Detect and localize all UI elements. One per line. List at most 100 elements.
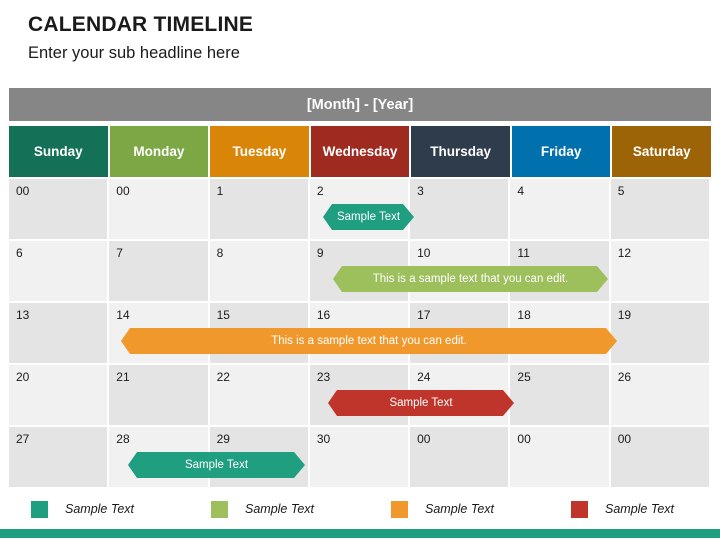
day-number: 24 [417, 370, 431, 384]
day-number: 17 [417, 308, 431, 322]
day-of-week-label: Wednesday [322, 144, 398, 159]
legend-label: Sample Text [65, 502, 135, 516]
legend-color-swatch [31, 500, 48, 518]
day-of-week-header[interactable]: Saturday [612, 126, 712, 177]
calendar-day-cell[interactable]: 6 [9, 241, 108, 301]
calendar-day-cell[interactable]: 8 [209, 241, 308, 301]
calendar-day-cell[interactable]: 26 [610, 365, 709, 425]
day-number: 8 [216, 246, 224, 260]
day-of-week-header-row: Sunday Monday Tuesday Wednesday Thursday Frid… [9, 126, 712, 177]
day-number: 15 [216, 308, 230, 322]
calendar-day-cell[interactable]: 21 [109, 365, 208, 425]
event-banner[interactable]: Sample Text [128, 452, 305, 478]
page-title: CALENDAR TIMELINE [28, 13, 254, 36]
legend-item[interactable]: Sample Text [180, 500, 360, 518]
legend-color-swatch [571, 500, 588, 518]
calendar-day-cell[interactable]: 00 [510, 427, 609, 487]
legend-label: Sample Text [245, 502, 315, 516]
day-number: 10 [417, 246, 431, 260]
title-block: CALENDAR TIMELINE Enter your sub headlin… [28, 12, 253, 64]
calendar-day-cell[interactable]: 3 [410, 179, 509, 239]
event-banner[interactable]: This is a sample text that you can edit. [121, 328, 617, 354]
day-number: 20 [16, 370, 30, 384]
event-banner[interactable]: Sample Text [328, 390, 514, 416]
calendar-week-row: 20 21 22 23 24 25 26 Sample Text [9, 365, 711, 425]
day-of-week-header[interactable]: Sunday [9, 126, 108, 177]
legend-label: Sample Text [425, 502, 495, 516]
day-number: 21 [116, 370, 130, 384]
day-number: 00 [417, 432, 431, 446]
calendar-day-cell[interactable]: 00 [109, 179, 208, 239]
event-banner-label: This is a sample text that you can edit. [271, 335, 467, 347]
day-number: 11 [517, 246, 530, 260]
event-banner[interactable]: Sample Text [323, 204, 414, 230]
day-number: 4 [517, 184, 525, 198]
day-number: 19 [617, 308, 632, 322]
day-of-week-header[interactable]: Tuesday [210, 126, 309, 177]
day-number: 1 [216, 184, 224, 198]
day-of-week-label: Thursday [430, 144, 491, 159]
day-number: 12 [617, 246, 632, 260]
legend-color-swatch [211, 500, 228, 518]
day-number: 00 [116, 184, 130, 198]
day-number: 9 [316, 246, 324, 260]
calendar-day-cell[interactable]: 13 [9, 303, 108, 363]
calendar-week-row: 00 00 1 2 3 4 5 Sample Text [9, 179, 711, 239]
calendar-day-cell[interactable]: 22 [209, 365, 308, 425]
event-banner[interactable]: This is a sample text that you can edit. [333, 266, 608, 292]
calendar-day-cell[interactable]: 1 [209, 179, 308, 239]
legend-item[interactable]: Sample Text [540, 500, 720, 518]
calendar-day-cell[interactable]: 00 [410, 427, 509, 487]
calendar-day-cell[interactable]: 27 [9, 427, 108, 487]
day-number: 23 [316, 370, 331, 384]
day-number: 00 [617, 432, 632, 446]
day-of-week-header[interactable]: Monday [109, 126, 209, 177]
calendar-day-cell[interactable]: 00 [9, 179, 108, 239]
day-number: 00 [517, 432, 531, 446]
page-subtitle: Enter your sub headline here [28, 44, 240, 62]
day-number: 2 [316, 184, 324, 198]
day-number: 18 [517, 308, 531, 322]
calendar-grid: Sunday Monday Tuesday Wednesday Thursday Frid… [9, 126, 712, 487]
calendar-weeks: 00 00 1 2 3 4 5 Sample Text 6 7 8 9 10 11 12 This is a … [9, 177, 711, 487]
day-of-week-header[interactable]: Wednesday [310, 126, 410, 177]
day-of-week-label: Monday [133, 144, 185, 159]
day-of-week-header[interactable]: Friday [511, 126, 611, 177]
day-number: 16 [316, 308, 331, 322]
day-of-week-label: Friday [540, 144, 582, 159]
month-year-bar[interactable]: [Month] - [Year] [9, 88, 711, 121]
legend-label: Sample Text [605, 502, 675, 516]
legend-item[interactable]: Sample Text [360, 500, 540, 518]
month-year-label: [Month] - [Year] [306, 96, 414, 113]
calendar-day-cell[interactable]: 7 [109, 241, 208, 301]
calendar-week-row: 27 28 29 30 00 00 00 Sample Text [9, 427, 711, 487]
day-number: 22 [216, 370, 230, 384]
calendar-day-cell[interactable]: 12 [610, 241, 709, 301]
calendar-day-cell[interactable]: 19 [610, 303, 709, 363]
day-number: 26 [617, 370, 632, 384]
day-number: 13 [16, 308, 30, 322]
calendar-week-row: 13 14 15 16 17 18 19 This is a sample text that… [9, 303, 711, 363]
day-of-week-label: Sunday [33, 144, 83, 159]
bottom-accent-bar [0, 529, 720, 538]
day-number: 28 [116, 432, 130, 446]
calendar-day-cell[interactable]: 5 [610, 179, 709, 239]
day-number: 3 [417, 184, 424, 198]
calendar-day-cell[interactable]: 25 [510, 365, 609, 425]
legend-color-swatch [391, 500, 408, 518]
day-of-week-header[interactable]: Thursday [411, 126, 510, 177]
legend-item[interactable]: Sample Text [0, 500, 180, 518]
day-of-week-label: Tuesday [232, 144, 287, 159]
event-banner-label: Sample Text [184, 459, 249, 471]
day-number: 00 [16, 184, 30, 198]
calendar-day-cell[interactable]: 30 [309, 427, 409, 487]
event-banner-label: Sample Text [336, 211, 401, 223]
day-number: 29 [216, 432, 230, 446]
day-of-week-label: Saturday [632, 144, 691, 159]
calendar-day-cell[interactable]: 00 [610, 427, 709, 487]
legend: Sample Text Sample Text Sample Text Sample … [0, 494, 720, 524]
calendar-day-cell[interactable]: 20 [9, 365, 108, 425]
calendar-day-cell[interactable]: 4 [510, 179, 609, 239]
day-number: 27 [16, 432, 30, 446]
day-number: 25 [517, 370, 531, 384]
